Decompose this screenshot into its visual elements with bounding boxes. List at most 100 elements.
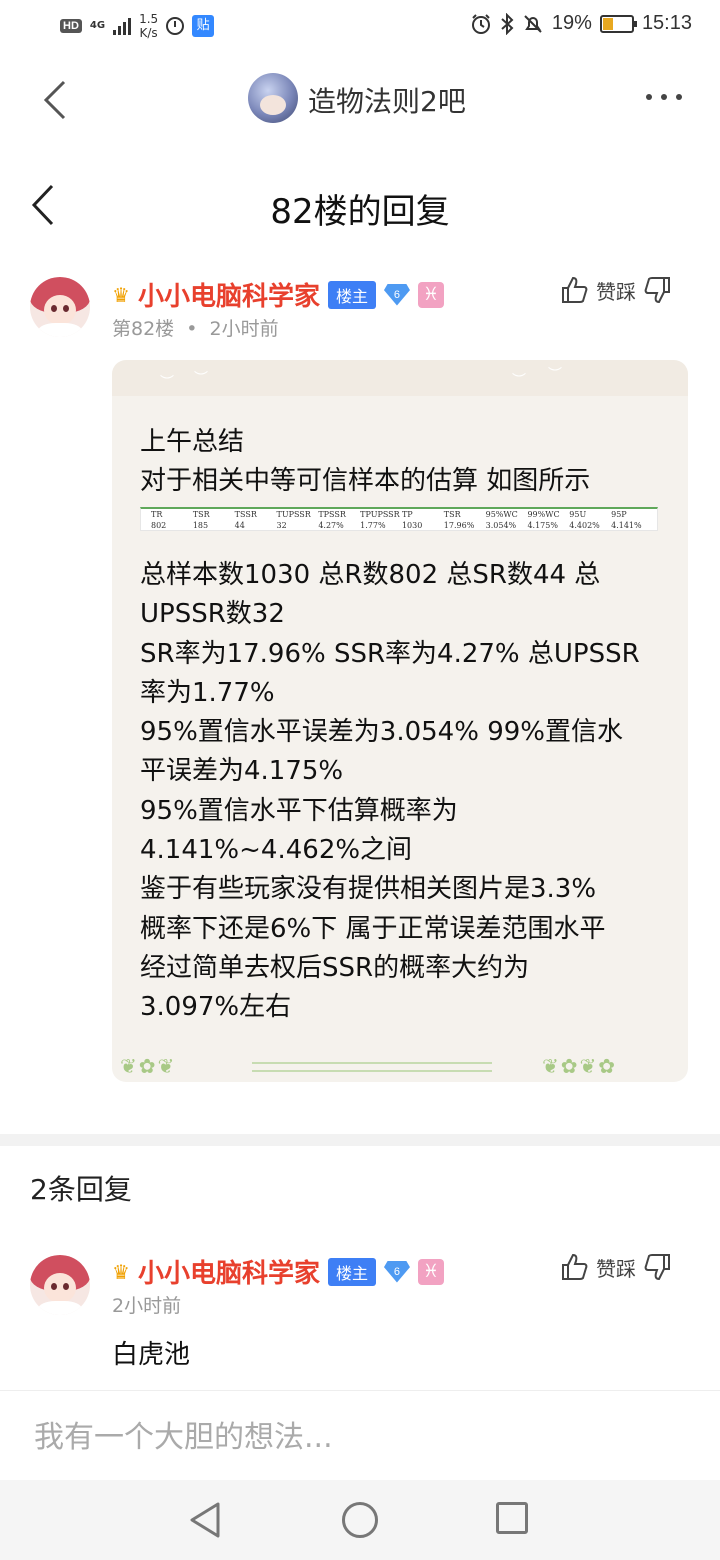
bird-decoration: ︶ xyxy=(548,367,562,383)
table-header: TPSSR xyxy=(318,510,346,519)
username[interactable]: 小小电脑科学家 xyxy=(138,1253,320,1290)
battery-icon xyxy=(599,14,637,33)
tieba-app-icon: 贴 xyxy=(192,15,215,37)
post-text-intro: 上午总结 对于相关中等可信样本的估算 如图所示 xyxy=(140,423,670,502)
table-cell: 4.141% xyxy=(611,521,642,530)
table-header: TSSR xyxy=(234,510,257,519)
post-line: 3.097%左右 xyxy=(140,992,292,1023)
post-line: 概率下还是6%下 属于正常误差范围水平 xyxy=(140,913,606,944)
post-line: 95%置信水平误差为3.054% 99%置信水 xyxy=(140,717,623,748)
op-badge: 楼主 xyxy=(327,280,376,309)
thumbs-up-icon[interactable] xyxy=(560,275,588,305)
network-speed: 1.5 K/s xyxy=(139,12,159,40)
table-cell: 4.175% xyxy=(527,521,558,530)
status-bar: HD 4G 1.5 K/s 贴 19% 15:13 xyxy=(0,0,720,56)
reply-input-bar xyxy=(0,1390,720,1480)
table-header: TP xyxy=(401,510,413,519)
back-arrow-icon[interactable] xyxy=(42,80,68,120)
post-line: 平误差为4.175% xyxy=(140,756,344,787)
reply-input[interactable] xyxy=(20,1405,700,1469)
post-meta: 第82楼 • 2小时前 xyxy=(112,314,279,341)
op-badge: 楼主 xyxy=(327,1257,376,1286)
post-line: 总样本数1030 总R数802 总SR数44 总 xyxy=(140,560,601,590)
page-title: 82楼的回复 xyxy=(270,192,450,232)
line-decoration xyxy=(252,1062,492,1072)
post-line: 95%置信水平下估算概率为 xyxy=(140,795,458,826)
hd-icon: HD xyxy=(60,19,82,33)
vote-control: 赞踩 xyxy=(560,275,672,305)
nav-back-icon[interactable] xyxy=(188,1500,224,1540)
clock-time: 15:13 xyxy=(641,12,692,34)
vote-label: 赞踩 xyxy=(596,279,636,304)
username[interactable]: 小小电脑科学家 xyxy=(138,276,320,313)
floor-number: 第82楼 xyxy=(112,318,175,340)
table-cell: 1.77% xyxy=(360,521,386,530)
post-line: 上午总结 xyxy=(140,427,245,457)
vote-control: 赞踩 xyxy=(560,1252,672,1282)
table-header: TSR xyxy=(192,510,210,519)
alarm-icon xyxy=(471,13,490,34)
table-cell: 802 xyxy=(151,521,167,530)
crown-icon: ♛ xyxy=(112,282,130,307)
table-cell: 1030 xyxy=(401,521,423,530)
data-table-image: TR TSR TSSR TUPSSR TPSSR TPUPSSR TP TSR … xyxy=(140,507,658,531)
table-cell: 185 xyxy=(192,521,209,530)
sub-header: 82楼的回复 xyxy=(0,160,720,252)
table-cell: 32 xyxy=(276,521,287,530)
post-author-row: ♛ 小小电脑科学家 楼主 6 ♓ xyxy=(112,276,444,313)
post-line: 4.141%~4.462%之间 xyxy=(140,835,413,866)
plant-decoration: ❦✿❦✿ xyxy=(542,1054,618,1078)
table-cell: 3.054% xyxy=(485,521,517,530)
forum-avatar[interactable] xyxy=(248,73,298,123)
section-divider xyxy=(0,1134,720,1146)
nav-recent-apps-icon[interactable] xyxy=(496,1502,528,1534)
status-right: 19% 15:13 xyxy=(470,12,692,35)
status-left: HD 4G 1.5 K/s 贴 xyxy=(60,12,215,40)
crown-icon: ♛ xyxy=(112,1259,130,1284)
more-options-icon[interactable] xyxy=(646,94,682,100)
thumbs-down-icon[interactable] xyxy=(644,275,672,305)
table-header: TPUPSSR xyxy=(360,510,400,519)
post-time: 2小时前 xyxy=(209,318,279,340)
meta-separator: • xyxy=(186,318,198,340)
plant-decoration: ❦✿❦ xyxy=(120,1054,177,1078)
pisces-icon: ♓ xyxy=(417,281,444,308)
card-decoration-bottom: ❦✿❦ ❦✿❦✿ xyxy=(112,1042,688,1082)
table-header: 99%WC xyxy=(527,510,560,519)
pisces-icon: ♓ xyxy=(417,1258,444,1285)
nav-home-icon[interactable] xyxy=(342,1502,378,1538)
signal-icon xyxy=(113,17,132,35)
avatar[interactable] xyxy=(30,1255,90,1315)
system-nav-bar xyxy=(0,1480,720,1560)
post-line: 经过简单去权后SSR的概率大约为 xyxy=(140,952,530,983)
table-header-row: TR TSR TSSR TUPSSR TPSSR TPUPSSR TP TSR … xyxy=(151,510,653,519)
battery-percent: 19% xyxy=(551,12,592,34)
network-type: 4G xyxy=(89,20,106,31)
table-cell: 4.27% xyxy=(318,521,344,530)
level-diamond-icon: 6 xyxy=(383,283,410,306)
post-line: 鉴于有些玩家没有提供相关图片是3.3% xyxy=(140,874,597,905)
table-header: 95U xyxy=(569,510,587,519)
reply-time: 2小时前 xyxy=(112,1295,182,1317)
thumbs-up-icon[interactable] xyxy=(560,1252,588,1282)
table-header: TR xyxy=(151,510,163,519)
forum-title[interactable]: 造物法则2吧 xyxy=(308,80,466,120)
table-header: 95%WC xyxy=(485,510,518,519)
post-line: 率为1.77% xyxy=(140,677,275,708)
level-diamond-icon: 6 xyxy=(383,1260,410,1283)
post-line: SR率为17.96% SSR率为4.27% 总UPSSR xyxy=(140,638,640,669)
bird-decoration: ︶ xyxy=(512,373,526,389)
reply-text: 白虎池 xyxy=(112,1340,191,1370)
reply-count: 2条回复 xyxy=(30,1173,132,1206)
alarm-clock-icon xyxy=(166,17,185,35)
bird-decoration: ︶ xyxy=(194,371,208,387)
table-cell: 4.402% xyxy=(569,521,600,530)
reply-author-row: ♛ 小小电脑科学家 楼主 6 ♓ xyxy=(112,1253,444,1290)
post-line: 对于相关中等可信样本的估算 如图所示 xyxy=(140,466,591,497)
post-content-card: ︶ ︶ ︶ ︶ 上午总结 对于相关中等可信样本的估算 如图所示 TR TSR T… xyxy=(112,360,688,1082)
avatar[interactable] xyxy=(30,277,90,337)
table-cell: 44 xyxy=(234,521,245,530)
bird-decoration: ︶ xyxy=(160,375,174,391)
thumbs-down-icon[interactable] xyxy=(644,1252,672,1282)
table-header: TUPSSR xyxy=(276,510,311,519)
